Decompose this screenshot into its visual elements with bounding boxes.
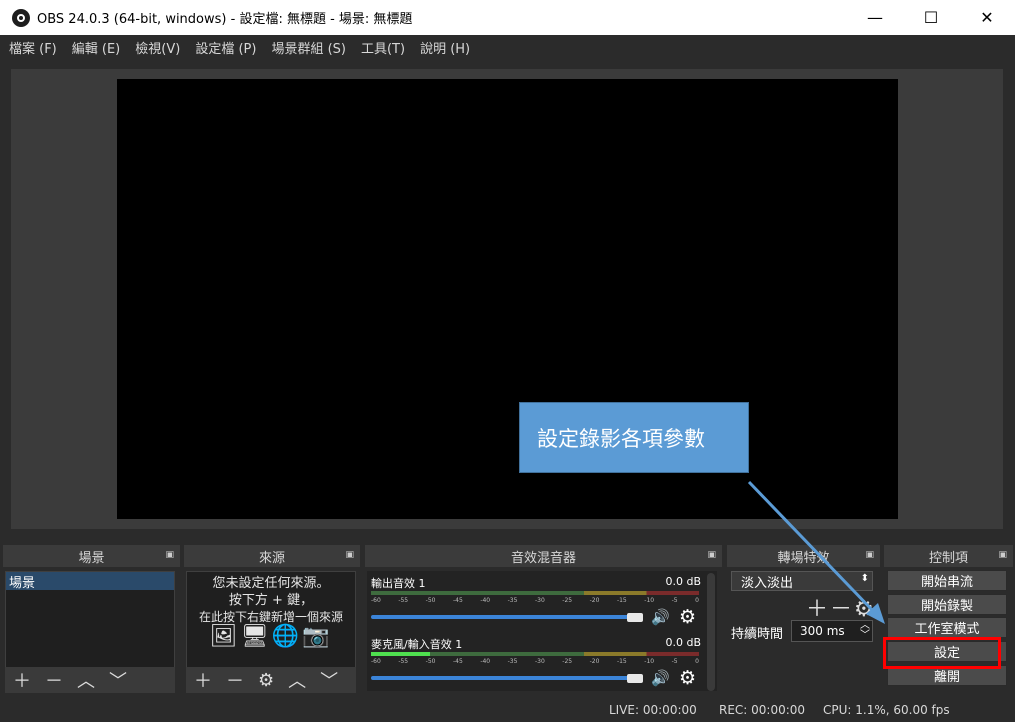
- settings-highlight-box: [883, 637, 1001, 669]
- annotation-arrow: [747, 480, 885, 624]
